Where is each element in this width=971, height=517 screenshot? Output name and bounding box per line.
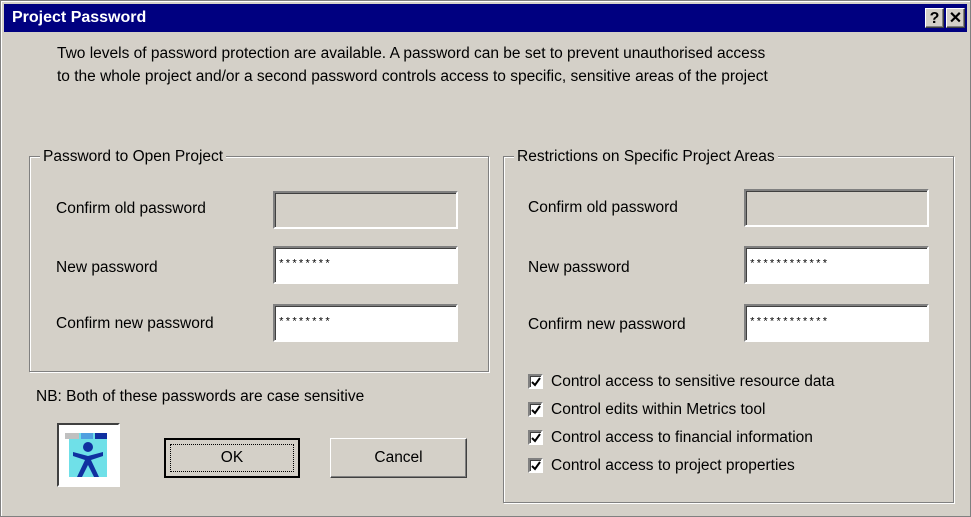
cancel-button[interactable]: Cancel [330, 438, 467, 478]
option-checkbox[interactable] [528, 458, 543, 473]
project-password-dialog: Project Password ? ✕ Two levels of passw… [0, 0, 971, 517]
ok-button[interactable]: OK [164, 438, 300, 478]
restrict-confirm-password-label: Confirm new password [528, 316, 686, 333]
restrict-confirm-password-field[interactable] [744, 304, 929, 342]
option-checkbox[interactable] [528, 402, 543, 417]
window-title: Project Password [12, 9, 147, 26]
intro-line-1: Two levels of password protection are av… [57, 45, 766, 62]
restrict-old-password-field[interactable] [744, 189, 929, 227]
case-sensitive-note: NB: Both of these passwords are case sen… [36, 388, 365, 405]
open-old-password-label: Confirm old password [56, 200, 206, 217]
cancel-label: Cancel [374, 449, 423, 466]
open-confirm-password-label: Confirm new password [56, 315, 214, 332]
help-button[interactable]: ? [925, 8, 944, 28]
option-checkbox[interactable] [528, 374, 543, 389]
option-checkbox[interactable] [528, 430, 543, 445]
open-project-legend: Password to Open Project [40, 147, 227, 167]
option-label: Control access to project properties [551, 457, 795, 474]
checkmark-icon [531, 433, 541, 443]
open-old-password-field[interactable] [273, 191, 458, 229]
restrict-new-password-label: New password [528, 259, 630, 276]
title-bar[interactable]: Project Password ? ✕ [4, 4, 967, 32]
close-icon: ✕ [948, 10, 963, 27]
checkmark-icon [531, 461, 541, 471]
open-confirm-password-field[interactable] [273, 304, 458, 342]
checkmark-icon [531, 377, 541, 387]
open-project-group: Password to Open Project Confirm old pas… [29, 147, 489, 372]
intro-line-2: to the whole project and/or a second pas… [57, 68, 768, 85]
restrict-old-password-label: Confirm old password [528, 199, 678, 216]
help-icon: ? [929, 10, 940, 27]
intro-text: Two levels of password protection are av… [57, 42, 957, 88]
open-new-password-field[interactable] [273, 246, 458, 284]
restrictions-group: Restrictions on Specific Project Areas C… [503, 147, 954, 503]
checkmark-icon [531, 405, 541, 415]
restrictions-legend: Restrictions on Specific Project Areas [514, 147, 778, 167]
project-person-logo-icon [57, 423, 120, 487]
restrict-new-password-field[interactable] [744, 246, 929, 284]
option-label: Control access to sensitive resource dat… [551, 373, 835, 390]
close-button[interactable]: ✕ [946, 8, 965, 28]
open-new-password-label: New password [56, 259, 158, 276]
option-label: Control access to financial information [551, 429, 813, 446]
focus-rectangle [170, 444, 294, 472]
option-label: Control edits within Metrics tool [551, 401, 766, 418]
